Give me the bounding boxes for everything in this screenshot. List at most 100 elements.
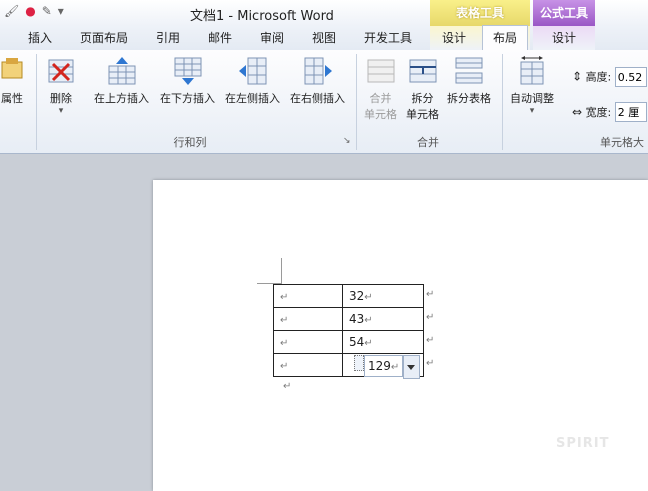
delete-label: 删除 xyxy=(50,92,72,105)
insert-below-label: 在下方插入 xyxy=(160,92,215,105)
table-cell[interactable]: 32↵ xyxy=(342,284,424,308)
height-label: 高度: xyxy=(585,70,612,84)
paragraph-mark: ↵ xyxy=(364,292,373,303)
split-table-label: 拆分表格 xyxy=(447,92,491,105)
merge-cells-icon xyxy=(366,56,396,86)
autofit-icon xyxy=(517,56,547,86)
customize-toolbar-icon[interactable]: ▾ xyxy=(58,4,64,18)
paragraph-mark: ↵ xyxy=(280,338,289,349)
cell-value: 43 xyxy=(349,312,365,326)
tab-mailings[interactable]: 邮件 xyxy=(208,26,232,50)
paragraph-mark: ↵ xyxy=(280,292,289,303)
paragraph-mark: ↵ xyxy=(280,315,289,326)
group-label-rows-columns: 行和列 xyxy=(173,136,207,149)
cell-value: 32 xyxy=(349,289,365,303)
row-end-mark: ↵ xyxy=(426,312,435,323)
autofit-label: 自动调整 xyxy=(510,92,554,105)
tab-developer[interactable]: 开发工具 xyxy=(364,26,412,50)
split-cells-label-line2: 单元格 xyxy=(406,108,439,121)
paragraph-mark: ↵ xyxy=(283,381,292,392)
cell-value: 54 xyxy=(349,335,365,349)
table-row: ↵ 54↵ xyxy=(273,330,424,354)
tab-references[interactable]: 引用 xyxy=(156,26,180,50)
color-wheel-icon[interactable]: ● xyxy=(25,4,35,18)
paragraph-mark: ↵ xyxy=(364,338,373,349)
column-width-icon: ⇔ xyxy=(572,105,583,119)
format-painter-icon[interactable]: 🖌 xyxy=(4,4,19,18)
context-tab-formula-tools: 公式工具 xyxy=(533,0,595,26)
dialog-launcher-icon[interactable]: ↘ xyxy=(343,136,351,146)
table-cell[interactable]: ↵ xyxy=(273,307,343,331)
tab-view[interactable]: 视图 xyxy=(312,26,336,50)
insert-above-icon xyxy=(107,56,137,86)
tab-page-layout[interactable]: 页面布局 xyxy=(80,26,128,50)
margin-corner-mark xyxy=(281,258,282,284)
merge-cells-label-line1: 合并 xyxy=(369,92,392,105)
table-cell[interactable]: 43↵ xyxy=(342,307,424,331)
group-label-cell-size: 单元格大 xyxy=(600,136,644,149)
row-end-mark: ↵ xyxy=(426,335,435,346)
table-cell[interactable]: ↵ xyxy=(273,330,343,354)
properties-button[interactable]: 属性 xyxy=(0,56,24,106)
insert-left-icon xyxy=(238,56,268,86)
ribbon-separator xyxy=(356,54,357,150)
insert-right-button[interactable]: 在右侧插入 xyxy=(290,56,345,106)
column-width-field: ⇔ 宽度: xyxy=(572,102,647,122)
watermark-logo: SPIRIT xyxy=(556,436,610,451)
delete-button[interactable]: 删除 ▾ xyxy=(46,56,76,116)
table-row: ↵ 43↵ xyxy=(273,307,424,331)
quick-access-toolbar: 🖌 ● ✎ ▾ xyxy=(4,4,64,18)
insert-right-icon xyxy=(303,56,333,86)
field-result-value: 129 xyxy=(368,359,391,373)
group-label-merge: 合并 xyxy=(417,136,439,149)
split-table-button[interactable]: 拆分表格 xyxy=(447,56,491,106)
insert-left-label: 在左侧插入 xyxy=(225,92,280,105)
paragraph-mark: ↵ xyxy=(390,362,400,373)
window-title: 文档1 - Microsoft Word xyxy=(190,9,334,24)
chevron-down-icon: ▾ xyxy=(58,106,64,116)
split-table-icon xyxy=(454,56,484,86)
pen-icon[interactable]: ✎ xyxy=(42,4,52,18)
column-width-input[interactable] xyxy=(614,102,647,122)
autofit-button[interactable]: 自动调整 ▾ xyxy=(510,56,554,116)
delete-table-icon xyxy=(46,56,76,86)
ribbon-separator xyxy=(502,54,503,150)
row-height-field: ⇕ 高度: xyxy=(572,67,647,87)
width-label: 宽度: xyxy=(585,106,612,119)
ribbon-separator xyxy=(36,54,37,150)
tab-review[interactable]: 审阅 xyxy=(260,26,284,50)
paragraph-mark: ↵ xyxy=(364,315,373,326)
merge-cells-button[interactable]: 合并 单元格 xyxy=(364,56,397,122)
field-handle-icon[interactable] xyxy=(354,355,364,371)
row-height-icon: ⇕ xyxy=(572,69,583,84)
ribbon-panel: 属性 删除 ▾ 在上方插入 在下方插入 在左侧插入 在右侧插入 合并 单元格 拆… xyxy=(0,50,648,154)
insert-right-label: 在右侧插入 xyxy=(290,92,345,105)
insert-below-button[interactable]: 在下方插入 xyxy=(160,56,215,106)
table-cell[interactable]: ↵ xyxy=(273,284,343,308)
formula-field-result[interactable]: 129↵ xyxy=(364,355,404,377)
split-cells-icon xyxy=(408,56,438,86)
properties-icon xyxy=(0,56,24,86)
tab-table-layout[interactable]: 布局 xyxy=(482,25,529,52)
chevron-down-icon: ▾ xyxy=(529,106,535,116)
split-cells-button[interactable]: 拆分 单元格 xyxy=(406,56,439,122)
table-cell[interactable]: ↵ xyxy=(273,353,343,377)
field-options-dropdown[interactable] xyxy=(403,355,420,379)
paragraph-mark: ↵ xyxy=(280,361,289,372)
row-end-mark: ↵ xyxy=(426,289,435,300)
merge-cells-label-line2: 单元格 xyxy=(364,108,397,121)
context-tab-table-tools: 表格工具 xyxy=(430,0,530,26)
split-cells-label-line1: 拆分 xyxy=(411,92,434,105)
insert-below-icon xyxy=(173,56,203,86)
table-row: ↵ 32↵ xyxy=(273,284,424,308)
tab-formula-design[interactable]: 设计 xyxy=(552,26,576,50)
tab-insert[interactable]: 插入 xyxy=(28,26,52,50)
insert-left-button[interactable]: 在左侧插入 xyxy=(225,56,280,106)
row-end-mark: ↵ xyxy=(426,358,435,369)
tab-table-design[interactable]: 设计 xyxy=(442,26,466,50)
insert-above-label: 在上方插入 xyxy=(94,92,149,105)
properties-label: 属性 xyxy=(1,92,23,105)
row-height-input[interactable] xyxy=(614,67,647,87)
table-cell[interactable]: 54↵ xyxy=(342,330,424,354)
insert-above-button[interactable]: 在上方插入 xyxy=(94,56,149,106)
